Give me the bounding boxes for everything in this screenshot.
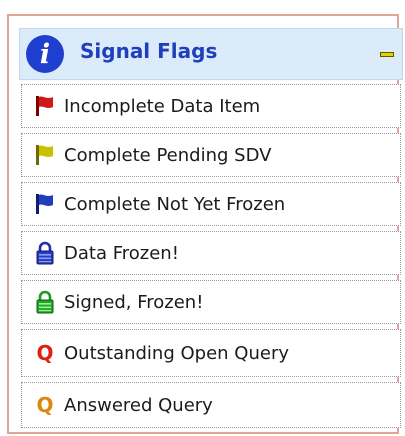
info-icon-glyph: i <box>39 38 51 70</box>
red-flag-icon <box>32 93 58 119</box>
panel-title: Signal Flags <box>80 39 218 63</box>
orange-query-icon: Q <box>32 392 58 418</box>
yellow-flag-icon <box>32 142 58 168</box>
query-glyph: Q <box>36 341 54 365</box>
item-label: Incomplete Data Item <box>64 95 261 117</box>
list-item: Signed, Frozen! <box>21 280 401 324</box>
panel-header: i Signal Flags <box>19 28 403 80</box>
list-item: Complete Not Yet Frozen <box>21 182 401 226</box>
list-item: Incomplete Data Item <box>21 84 401 128</box>
item-label: Answered Query <box>64 394 213 416</box>
info-icon: i <box>26 35 64 73</box>
item-label: Complete Not Yet Frozen <box>64 193 286 215</box>
blue-flag-icon <box>32 191 58 217</box>
red-query-icon: Q <box>32 340 58 366</box>
list-item: Q Answered Query <box>21 382 401 428</box>
list-item: Data Frozen! <box>21 231 401 275</box>
list-item: Complete Pending SDV <box>21 133 401 177</box>
blue-lock-icon <box>32 240 58 266</box>
signal-flags-panel: i Signal Flags Incomplete Data Item Comp… <box>7 14 403 434</box>
query-glyph: Q <box>36 393 54 417</box>
item-label: Outstanding Open Query <box>64 342 289 364</box>
item-label: Data Frozen! <box>64 242 179 264</box>
minimize-button[interactable] <box>380 52 394 57</box>
green-lock-icon <box>32 289 58 315</box>
list-item: Q Outstanding Open Query <box>21 329 401 377</box>
item-label: Complete Pending SDV <box>64 144 272 166</box>
item-label: Signed, Frozen! <box>64 291 204 313</box>
